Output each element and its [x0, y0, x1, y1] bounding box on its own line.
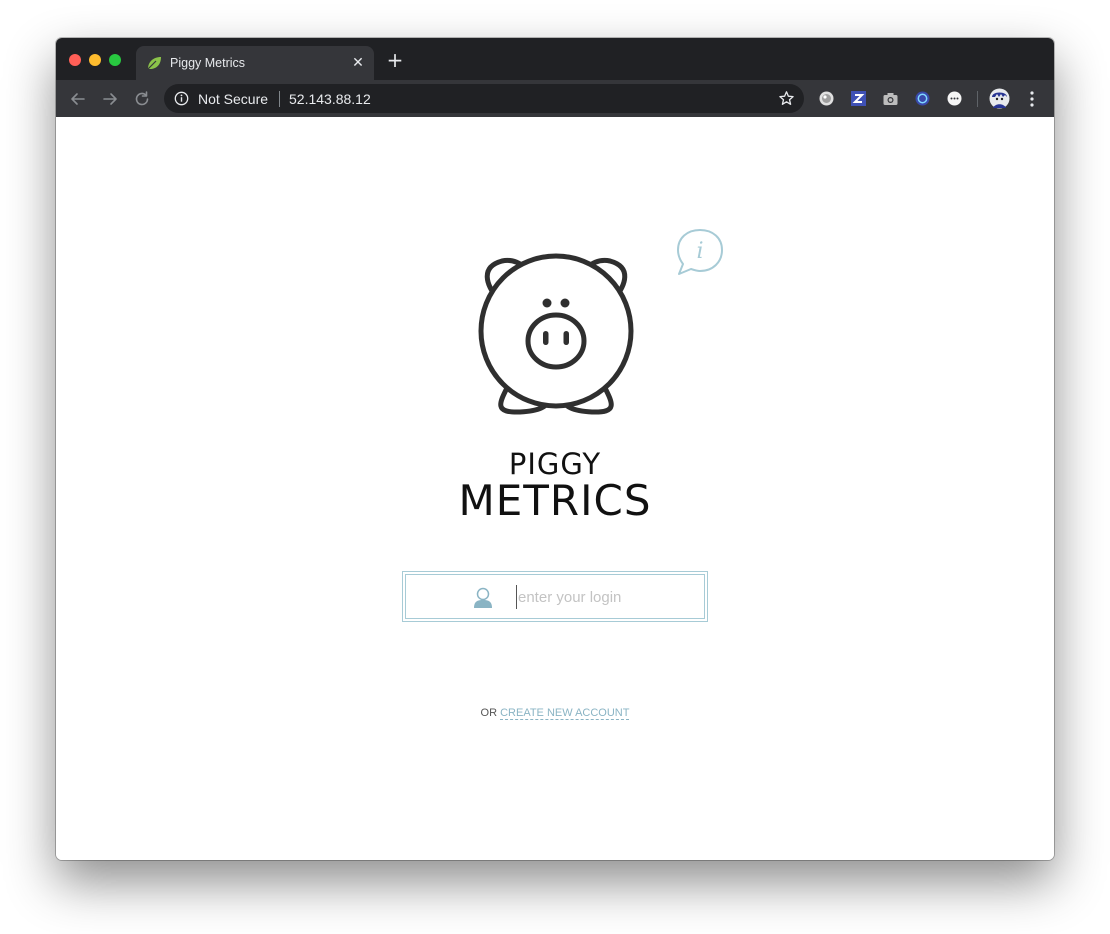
browser-menu-button[interactable] — [1026, 89, 1038, 109]
profile-avatar[interactable] — [989, 88, 1010, 109]
bubble-extension-icon[interactable] — [946, 90, 963, 107]
security-label[interactable]: Not Secure — [198, 91, 268, 107]
login-input[interactable] — [516, 585, 696, 609]
kebab-menu-icon — [1030, 91, 1034, 107]
info-bubble-icon[interactable]: i — [675, 228, 725, 277]
or-label: OR — [480, 707, 498, 719]
arrow-right-icon — [103, 93, 117, 105]
reload-icon — [135, 91, 149, 106]
reload-button[interactable] — [132, 89, 152, 109]
minimize-window-button[interactable] — [89, 54, 101, 66]
address-divider — [279, 91, 280, 107]
user-icon — [474, 587, 492, 608]
close-window-button[interactable] — [69, 54, 81, 66]
forward-button[interactable] — [100, 89, 120, 109]
circle-extension-icon[interactable] — [818, 90, 835, 107]
toolbar-divider — [977, 91, 978, 107]
create-account-link[interactable]: CREATE NEW ACCOUNT — [500, 707, 630, 720]
signup-line: OR CREATE NEW ACCOUNT — [56, 707, 1054, 720]
star-icon[interactable] — [778, 90, 795, 107]
ring-extension-icon[interactable] — [914, 90, 931, 107]
url-text[interactable]: 52.143.88.12 — [289, 91, 371, 107]
camera-extension-icon[interactable] — [882, 90, 899, 107]
avatar-icon — [989, 88, 1010, 109]
tab-title: Piggy Metrics — [170, 56, 246, 70]
maximize-window-button[interactable] — [109, 54, 121, 66]
address-bar[interactable]: Not Secure 52.143.88.12 — [164, 84, 804, 113]
arrow-left-icon — [71, 93, 85, 105]
login-field[interactable] — [405, 574, 705, 619]
brand-name-line2: METRICS — [458, 476, 652, 525]
z-extension-icon[interactable] — [850, 90, 867, 107]
info-circle-icon[interactable] — [174, 91, 189, 106]
page-content: i PIGGY METRICS OR CREATE NEW ACCOUNT — [56, 117, 1054, 860]
browser-tab[interactable]: Piggy Metrics ✕ — [136, 46, 374, 80]
login-field-frame — [402, 571, 708, 622]
browser-window: Piggy Metrics ✕ + Not Secure 52.143.88.1… — [56, 38, 1054, 860]
svg-text:i: i — [696, 239, 703, 264]
browser-toolbar: Not Secure 52.143.88.12 — [56, 80, 1054, 117]
leaf-icon — [147, 57, 161, 70]
tab-strip: Piggy Metrics ✕ + — [56, 38, 1054, 80]
piggy-bank-icon — [478, 253, 634, 415]
back-button[interactable] — [68, 89, 88, 109]
tab-close-button[interactable]: ✕ — [350, 54, 366, 70]
new-tab-button[interactable]: + — [386, 50, 404, 70]
